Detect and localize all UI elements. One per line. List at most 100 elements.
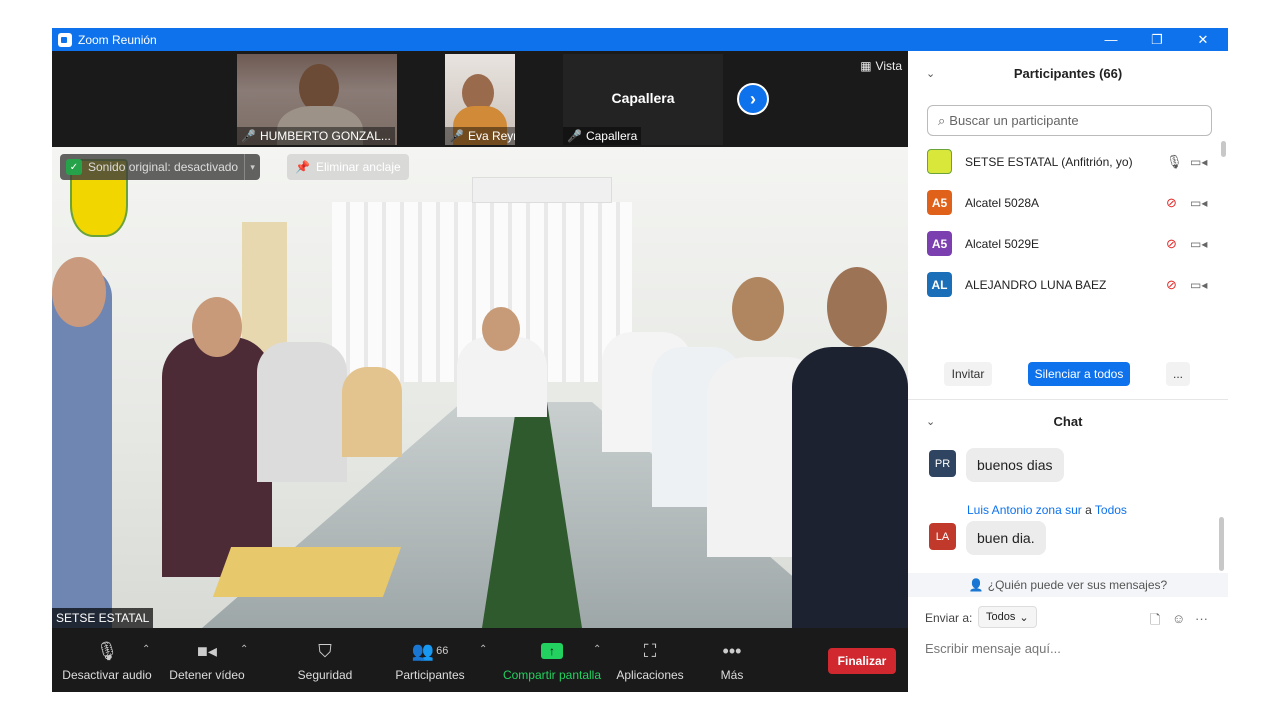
chat-message-input[interactable]: Escribir mensaje aquí... — [925, 641, 1061, 656]
participants-count: 66 — [436, 645, 449, 657]
person-head — [732, 277, 784, 341]
more-label: Más — [720, 668, 744, 682]
video-thumbnail[interactable]: 🎤 HUMBERTO GONZAL... — [237, 54, 397, 145]
chevron-up-icon[interactable]: ⌃ — [240, 644, 248, 655]
send-to-select[interactable]: Todos ⌄ — [978, 606, 1037, 628]
emoji-icon[interactable]: ☺ — [1172, 611, 1185, 626]
participant-name: Eva Reyna Ruíz — [467, 129, 515, 143]
chevron-up-icon[interactable]: ⌃ — [142, 644, 150, 655]
avatar — [927, 149, 952, 174]
security-button[interactable]: ⛉ Seguridad — [292, 628, 358, 692]
mic-muted-icon[interactable]: ⊘ — [1166, 236, 1177, 252]
avatar: A5 — [927, 231, 952, 256]
thumbnail-strip: 🎤HUMBERTO GONZAL... 🎤Eva Reyna Ruíz Capa… — [52, 51, 908, 147]
speaker-name-label: SETSE ESTATAL — [52, 608, 154, 628]
share-screen-button[interactable]: ↑ Compartir pantalla — [500, 628, 604, 692]
person — [257, 342, 347, 482]
close-button[interactable]: ✕ — [1180, 28, 1226, 51]
video-thumbnail[interactable]: Capallera 🎤 Capallera — [563, 54, 723, 145]
restore-button[interactable]: ❐ — [1134, 28, 1180, 51]
participant-name: Capallera — [585, 129, 638, 143]
participant-name: Alcatel 5029E — [965, 236, 1040, 251]
video-area: 🎤HUMBERTO GONZAL... 🎤Eva Reyna Ruíz Capa… — [52, 51, 908, 692]
person — [792, 347, 908, 628]
participant-display-name: Capallera — [611, 90, 675, 106]
chevron-up-icon[interactable]: ⌃ — [479, 644, 487, 655]
chevron-down-icon: ⌄ — [1019, 611, 1029, 624]
more-dots-icon: ••• — [722, 640, 742, 661]
person-head — [482, 307, 520, 351]
avatar: PR — [929, 450, 956, 477]
person — [342, 367, 402, 457]
chevron-down-icon[interactable]: ⌄ — [926, 67, 935, 80]
view-label: Vista — [875, 59, 902, 73]
mic-muted-icon: 🎤 — [241, 129, 256, 143]
send-to-label: Enviar a: — [925, 611, 973, 625]
minimize-button[interactable]: — — [1088, 28, 1134, 51]
file-icon[interactable]: 🗋 — [1150, 611, 1160, 633]
participants-header: ⌄ Participantes (66) — [908, 51, 1228, 95]
side-panel: ⌄ Participantes (66) ⌕ Buscar un partici… — [908, 51, 1228, 692]
end-meeting-button[interactable]: Finalizar — [828, 648, 896, 674]
next-page-button[interactable]: › — [737, 83, 769, 115]
recipient-name[interactable]: Todos — [1095, 503, 1127, 517]
participant-list: SETSE ESTATAL (Anfitrión, yo) 🎙 ▭◂ A5 Al… — [908, 141, 1228, 317]
chevron-right-icon: › — [750, 88, 756, 109]
chevron-up-icon[interactable]: ⌃ — [593, 644, 601, 655]
video-thumbnail[interactable]: 🎤Eva Reyna Ruíz — [445, 54, 515, 145]
participant-name: HUMBERTO GONZAL... — [259, 129, 391, 143]
more-button[interactable]: ••• Más — [712, 628, 752, 692]
video-camera-icon[interactable]: ▭◂ — [1190, 155, 1207, 169]
participants-scrollbar[interactable] — [1221, 141, 1226, 157]
main-video[interactable]: ✓ Sonido original: desactivado ▾ 📌 Elimi… — [52, 147, 908, 628]
avatar: LA — [929, 523, 956, 550]
microphone-icon[interactable]: 🎙 — [1166, 154, 1183, 170]
mute-button[interactable]: 🎙 Desactivar audio — [62, 628, 152, 692]
stop-video-button[interactable]: ■◂ Detener vídeo — [167, 628, 247, 692]
person-lock-icon: 👤 — [968, 578, 984, 592]
view-button[interactable]: ▦ Vista — [860, 59, 902, 73]
more-dots-icon[interactable]: ··· — [1195, 611, 1208, 626]
meeting-toolbar: 🎙 Desactivar audio ⌃ ■◂ Detener vídeo ⌃ … — [52, 628, 908, 692]
participant-row[interactable]: AL ALEJANDRO LUNA BAEZ ⊘ ▭◂ — [908, 264, 1218, 305]
mic-muted-icon[interactable]: ⊘ — [1166, 195, 1177, 211]
chat-scrollbar[interactable] — [1219, 517, 1224, 571]
participants-button[interactable]: 👥 66 Participantes — [392, 628, 468, 692]
chat-header: ⌄ Chat — [908, 399, 1228, 443]
person — [162, 337, 272, 577]
title-bar: Zoom Reunión — ❐ ✕ — [52, 28, 1228, 51]
window-title: Zoom Reunión — [78, 32, 157, 47]
sender-name: Luis Antonio zona sur — [967, 503, 1082, 517]
participant-search-input[interactable]: ⌕ Buscar un participante — [927, 105, 1212, 136]
pin-icon: 📌 — [295, 160, 310, 174]
chat-sender: Luis Antonio zona sur a Todos — [967, 503, 1127, 517]
participants-title: Participantes (66) — [1013, 65, 1123, 81]
chevron-down-icon[interactable]: ⌄ — [926, 415, 935, 428]
participant-row[interactable]: A5 Alcatel 5029E ⊘ ▭◂ — [908, 223, 1218, 264]
person-head — [52, 257, 106, 327]
participant-row[interactable]: SETSE ESTATAL (Anfitrión, yo) 🎙 ▭◂ — [908, 141, 1218, 182]
chat-message-text: buenos dias — [966, 448, 1064, 482]
original-sound-toggle[interactable]: ✓ Sonido original: desactivado ▾ — [60, 154, 261, 180]
apps-button[interactable]: ⛶ Aplicaciones — [614, 628, 686, 692]
search-icon: ⌕ — [938, 112, 946, 128]
mute-all-button[interactable]: Silenciar a todos — [1028, 362, 1130, 386]
mic-muted-icon[interactable]: ⊘ — [1166, 277, 1177, 293]
shield-check-icon: ✓ — [66, 159, 82, 175]
video-camera-icon[interactable]: ▭◂ — [1190, 237, 1207, 251]
invite-button[interactable]: Invitar — [944, 362, 992, 386]
zoom-window: Zoom Reunión — ❐ ✕ 🎤 HUMBERTO GONZAL... 🎤… — [52, 28, 1228, 692]
unpin-button[interactable]: 📌 Eliminar anclaje — [287, 154, 409, 180]
more-options-button[interactable]: ... — [1166, 362, 1190, 386]
participant-row[interactable]: A5 Alcatel 5028A ⊘ ▭◂ — [908, 182, 1218, 223]
chevron-down-icon[interactable]: ▾ — [244, 154, 260, 180]
search-placeholder: Buscar un participante — [949, 113, 1079, 128]
video-camera-icon[interactable]: ▭◂ — [1190, 278, 1207, 292]
unpin-label: Eliminar anclaje — [315, 160, 401, 174]
who-can-see-link[interactable]: 👤 ¿Quién puede ver sus mensajes? — [908, 573, 1228, 597]
people-icon: 👥 66 — [411, 640, 449, 661]
video-camera-icon[interactable]: ▭◂ — [1190, 196, 1207, 210]
microphone-icon: 🎙 — [95, 640, 119, 661]
avatar: AL — [927, 272, 952, 297]
apps-label: Aplicaciones — [616, 668, 684, 682]
